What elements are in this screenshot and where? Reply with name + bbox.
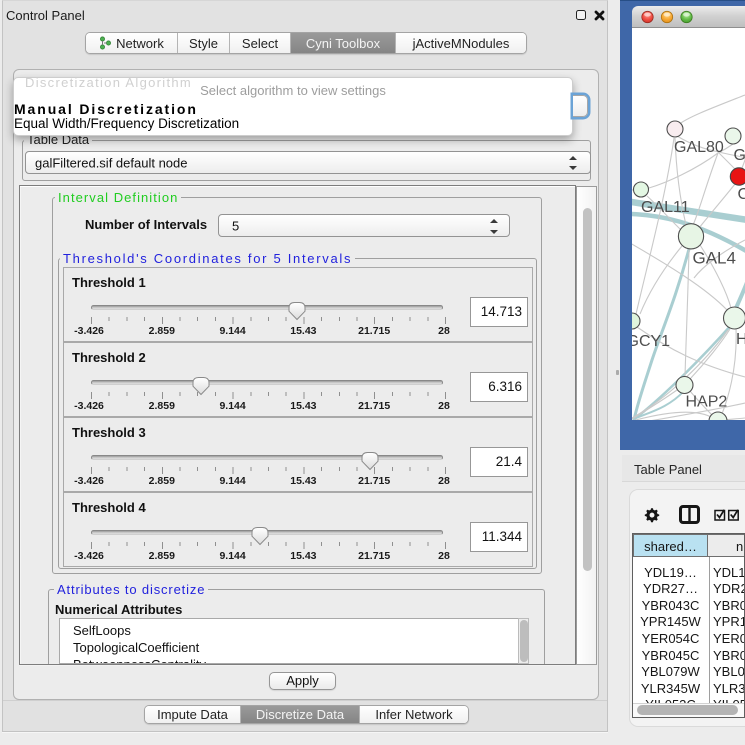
svg-text:GAL11: GAL11: [641, 199, 690, 216]
svg-text:GCY1: GCY1: [632, 333, 670, 350]
svg-text:HAP2: HAP2: [686, 394, 728, 411]
svg-text:C: C: [738, 186, 745, 203]
svg-text:GAL80: GAL80: [674, 139, 724, 156]
svg-text:H: H: [736, 331, 745, 348]
svg-text:GAL4: GAL4: [693, 249, 736, 268]
svg-text:GAL7: GAL7: [734, 147, 745, 164]
